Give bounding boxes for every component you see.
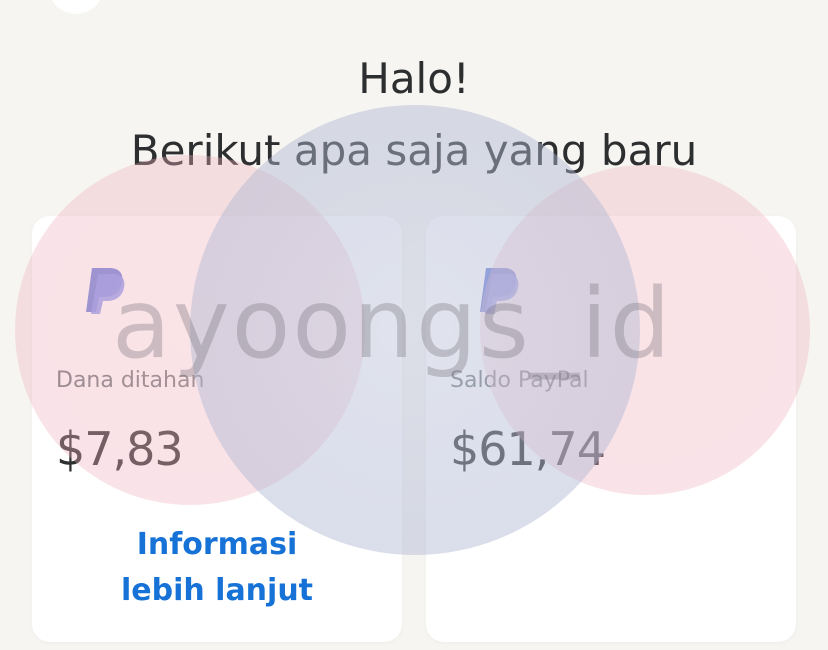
watermark-text: ayoongs_id [112,268,673,380]
balance-amount: $61,74 [450,422,606,476]
more-info-link-line1: Informasi [136,527,298,562]
greeting-subtitle: Berikut apa saja yang baru [130,126,698,175]
more-info-link[interactable]: Informasi lebih lanjut [32,522,402,614]
greeting-title: Halo! [358,54,470,103]
back-button[interactable] [48,0,104,14]
held-funds-amount: $7,83 [56,422,184,476]
more-info-link-line2: lebih lanjut [120,573,314,608]
